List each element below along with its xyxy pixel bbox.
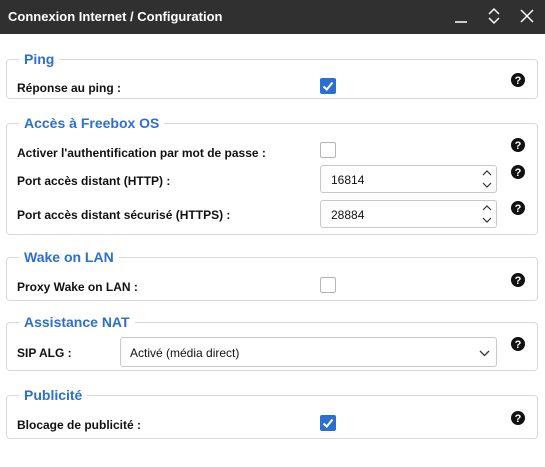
ping-help-button[interactable]: ? — [510, 72, 526, 88]
section-freebox-os-legend: Accès à Freebox OS — [24, 115, 160, 131]
svg-text:?: ? — [515, 339, 522, 351]
close-button[interactable] — [516, 5, 538, 27]
http-port-input[interactable]: 16814 — [320, 165, 497, 193]
checkmark-icon — [320, 78, 336, 94]
help-icon: ? — [510, 200, 526, 216]
proxy-wol-checkbox[interactable] — [320, 277, 336, 293]
svg-text:?: ? — [515, 413, 522, 425]
sip-alg-value: Activé (média direct) — [130, 346, 240, 360]
help-icon: ? — [510, 137, 526, 153]
http-port-value: 16814 — [331, 173, 365, 187]
checkmark-icon — [320, 415, 336, 431]
https-port-label: Port accès distant sécurisé (HTTPS) : — [17, 208, 231, 222]
auth-help-button[interactable]: ? — [510, 137, 526, 153]
section-ping-legend: Ping — [24, 51, 55, 67]
sip-alg-help-button[interactable]: ? — [510, 336, 526, 352]
ad-block-help-button[interactable]: ? — [510, 410, 526, 426]
https-port-stepper[interactable] — [481, 203, 493, 225]
help-icon: ? — [510, 164, 526, 180]
ping-response-checkbox[interactable] — [320, 78, 336, 94]
window-title: Connexion Internet / Configuration — [8, 9, 223, 24]
svg-text:?: ? — [515, 167, 522, 179]
http-help-button[interactable]: ? — [510, 164, 526, 180]
spinner-arrows-icon — [481, 203, 493, 225]
sip-alg-select[interactable]: Activé (média direct) — [120, 337, 497, 367]
ad-block-checkbox[interactable] — [320, 415, 336, 431]
chevron-down-icon — [479, 348, 490, 358]
svg-text:?: ? — [515, 275, 522, 287]
restore-icon — [483, 5, 505, 27]
minimize-icon — [450, 5, 472, 27]
https-port-value: 28884 — [331, 208, 365, 222]
ping-response-label: Réponse au ping : — [17, 81, 122, 95]
minimize-button[interactable] — [450, 5, 472, 27]
proxy-wol-help-button[interactable]: ? — [510, 272, 526, 288]
help-icon: ? — [510, 272, 526, 288]
restore-button[interactable] — [483, 5, 505, 27]
section-ads-legend: Publicité — [24, 387, 83, 403]
svg-text:?: ? — [515, 75, 522, 87]
sip-alg-label: SIP ALG : — [17, 346, 72, 360]
help-icon: ? — [510, 336, 526, 352]
help-icon: ? — [510, 410, 526, 426]
close-icon — [516, 5, 538, 27]
svg-text:?: ? — [515, 203, 522, 215]
auth-checkbox[interactable] — [320, 142, 336, 158]
ad-block-label: Blocage de publicité : — [17, 418, 142, 432]
https-port-input[interactable]: 28884 — [320, 200, 497, 228]
svg-text:?: ? — [515, 140, 522, 152]
https-help-button[interactable]: ? — [510, 200, 526, 216]
spinner-arrows-icon — [481, 168, 493, 190]
proxy-wol-label: Proxy Wake on LAN : — [17, 280, 138, 294]
auth-label: Activer l'authentification par mot de pa… — [17, 146, 266, 160]
config-panel: Ping Réponse au ping : ? Accès à Freebox… — [0, 34, 545, 467]
help-icon: ? — [510, 72, 526, 88]
http-port-label: Port accès distant (HTTP) : — [17, 174, 171, 188]
http-port-stepper[interactable] — [481, 168, 493, 190]
window-titlebar: Connexion Internet / Configuration — [0, 0, 545, 34]
section-wake-on-lan-legend: Wake on LAN — [24, 249, 114, 265]
section-nat-legend: Assistance NAT — [24, 314, 130, 330]
